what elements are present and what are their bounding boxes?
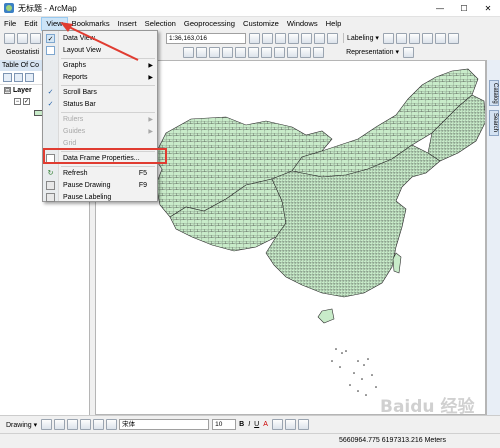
status-coordinates: 5660964.775 6197313.216 Meters: [338, 437, 446, 444]
baidu-watermark: Baidu 经验: [380, 397, 475, 417]
drawing-toolbar: Drawing ▾ 宋体 10 B I U A: [0, 415, 500, 433]
rotate-icon[interactable]: [54, 419, 66, 430]
italic-button[interactable]: I: [248, 421, 250, 428]
annotation-arrow-line: [66, 25, 139, 61]
select-elements-icon[interactable]: [41, 419, 53, 430]
underline-button[interactable]: U: [254, 421, 259, 428]
marker-color-icon[interactable]: [297, 419, 309, 430]
annotation-arrow: [60, 22, 139, 61]
line-color-icon[interactable]: [284, 419, 296, 430]
text-icon[interactable]: [93, 419, 105, 430]
drawing-menu[interactable]: Drawing ▾: [6, 421, 37, 429]
font-color-button[interactable]: A: [263, 421, 268, 428]
rectangle-icon[interactable]: [80, 419, 92, 430]
fill-color-icon[interactable]: [271, 419, 283, 430]
annotation-arrow-head: [60, 22, 73, 32]
bold-button[interactable]: B: [239, 421, 244, 428]
status-bar: 5660964.775 6197313.216 Meters: [0, 433, 500, 448]
edit-vertices-icon[interactable]: [106, 419, 118, 430]
font-size-select[interactable]: 10: [212, 419, 237, 430]
zoom-to-selected-icon[interactable]: [67, 419, 79, 430]
font-name-select[interactable]: 宋体: [119, 419, 210, 430]
